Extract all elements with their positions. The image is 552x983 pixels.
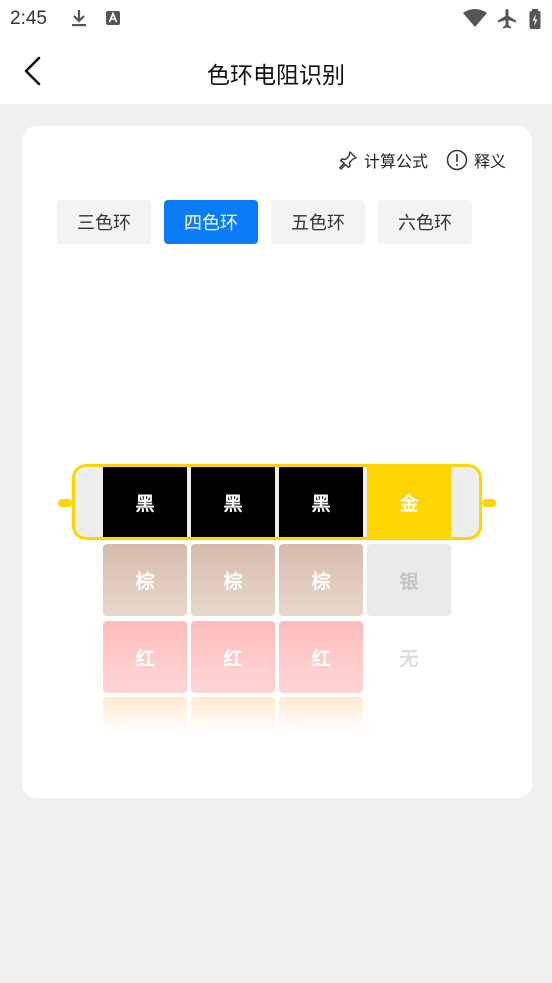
band-3-option-red[interactable]: 红 xyxy=(279,621,363,693)
tab-six-band[interactable]: 六色环 xyxy=(378,200,472,244)
band-3-selected[interactable]: 黑 xyxy=(279,467,363,537)
formula-label: 计算公式 xyxy=(364,152,429,171)
tab-three-band[interactable]: 三色环 xyxy=(57,200,151,244)
wifi-icon xyxy=(462,8,488,32)
download-icon xyxy=(70,8,88,32)
battery-icon xyxy=(528,8,542,34)
tab-four-band[interactable]: 四色环 xyxy=(164,200,258,244)
page-title: 色环电阻识别 xyxy=(207,63,345,89)
band-4-option-silver[interactable]: 银 xyxy=(367,544,451,616)
info-icon xyxy=(446,149,468,171)
pin-icon xyxy=(339,151,357,170)
airplane-icon xyxy=(496,8,518,34)
band-2-option-red[interactable]: 红 xyxy=(191,621,275,693)
app-header: 色环电阻识别 xyxy=(0,38,552,104)
resistor-lead-left xyxy=(58,499,72,507)
tab-five-band[interactable]: 五色环 xyxy=(271,200,365,244)
resistor-lead-right xyxy=(482,499,496,507)
band-count-tabs: 三色环 四色环 五色环 六色环 xyxy=(57,200,485,244)
band-4-option-none[interactable]: 无 xyxy=(367,621,451,693)
explain-link[interactable]: 释义 xyxy=(446,148,506,172)
band-3-option-brown[interactable]: 棕 xyxy=(279,544,363,616)
formula-link[interactable]: 计算公式 xyxy=(338,148,428,172)
text-icon xyxy=(104,8,122,32)
band-1-option-brown[interactable]: 棕 xyxy=(103,544,187,616)
band-options-faded-row xyxy=(103,697,363,733)
status-time: 2:45 xyxy=(10,8,47,29)
band-4-selected[interactable]: 金 xyxy=(367,467,451,537)
band-1-option-red[interactable]: 红 xyxy=(103,621,187,693)
band-1-selected[interactable]: 黑 xyxy=(103,467,187,537)
band-2-option-brown[interactable]: 棕 xyxy=(191,544,275,616)
status-bar: 2:45 xyxy=(0,0,552,38)
band-2-selected[interactable]: 黑 xyxy=(191,467,275,537)
explain-label: 释义 xyxy=(474,152,507,171)
